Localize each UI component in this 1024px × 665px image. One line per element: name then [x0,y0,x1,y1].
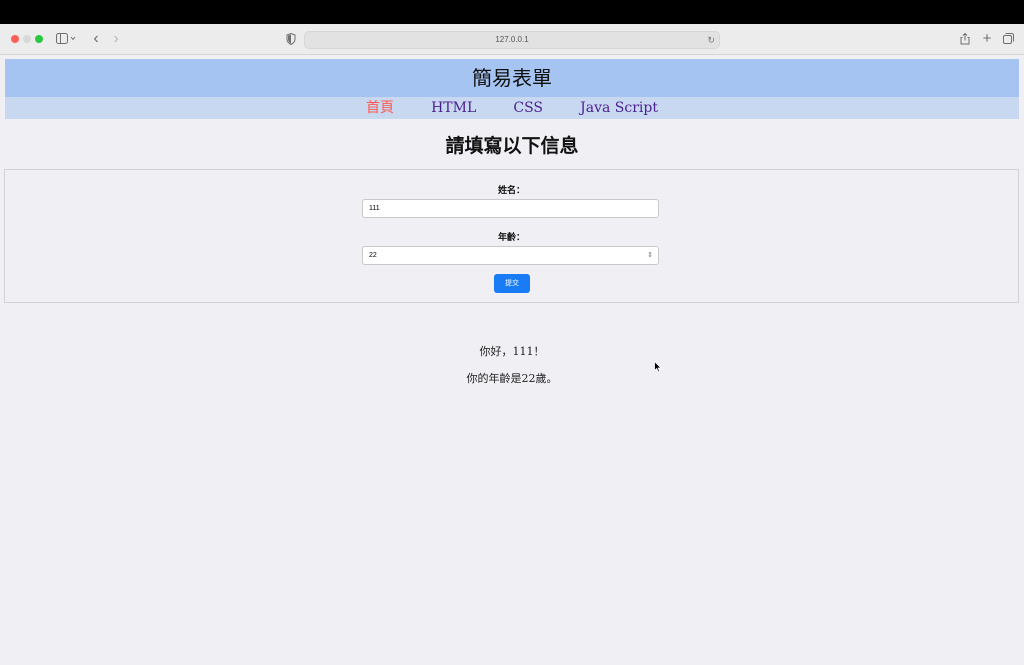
web-page: 簡易表單 首頁 HTML CSS Java Script 請填寫以下信息 姓名：… [0,55,1024,665]
name-input[interactable]: 111 [362,199,659,218]
site-title: 簡易表單 [472,66,552,90]
minimize-window-button[interactable] [23,35,31,43]
nav-link-css[interactable]: CSS [513,97,543,119]
greeting-text: 你好，111！ [479,345,545,358]
browser-toolbar: ‹ › 127.0.0.1 ↻ + [0,24,1024,55]
age-label: 年齡： [497,233,525,243]
nav-link-javascript[interactable]: Java Script [580,97,658,119]
age-input-value: 22 [369,252,377,259]
site-header: 簡易表單 [5,59,1019,97]
address-bar[interactable]: 127.0.0.1 ↻ [304,31,720,49]
name-input-value: 111 [369,205,380,212]
back-icon[interactable]: ‹ [89,30,103,48]
tabs-overview-icon[interactable] [1001,30,1015,48]
new-tab-icon[interactable]: + [980,30,994,48]
age-result-text: 你的年齡是22歲。 [466,372,558,385]
reload-icon[interactable]: ↻ [707,32,715,48]
browser-window: ‹ › 127.0.0.1 ↻ + 簡易表單 首頁 HTML CSS Java … [0,24,1024,665]
submit-button[interactable]: 提交 [494,274,530,293]
user-form: 姓名： 111 年齡： 22 ⇕ 提交 [4,169,1019,303]
nav-link-html[interactable]: HTML [431,97,476,119]
name-label: 姓名： [497,186,525,196]
maximize-window-button[interactable] [35,35,43,43]
nav-bar: 首頁 HTML CSS Java Script [5,97,1019,119]
form-heading: 請填寫以下信息 [445,135,579,157]
url-text: 127.0.0.1 [495,35,529,44]
shield-icon[interactable] [284,30,298,48]
age-input[interactable]: 22 ⇕ [362,246,659,265]
share-icon[interactable] [958,30,972,48]
close-window-button[interactable] [11,35,19,43]
nav-link-home[interactable]: 首頁 [366,97,394,119]
forward-icon[interactable]: › [109,30,123,48]
cursor-icon [654,361,662,373]
sidebar-icon[interactable] [55,30,79,48]
stepper-icon[interactable]: ⇕ [647,247,653,264]
